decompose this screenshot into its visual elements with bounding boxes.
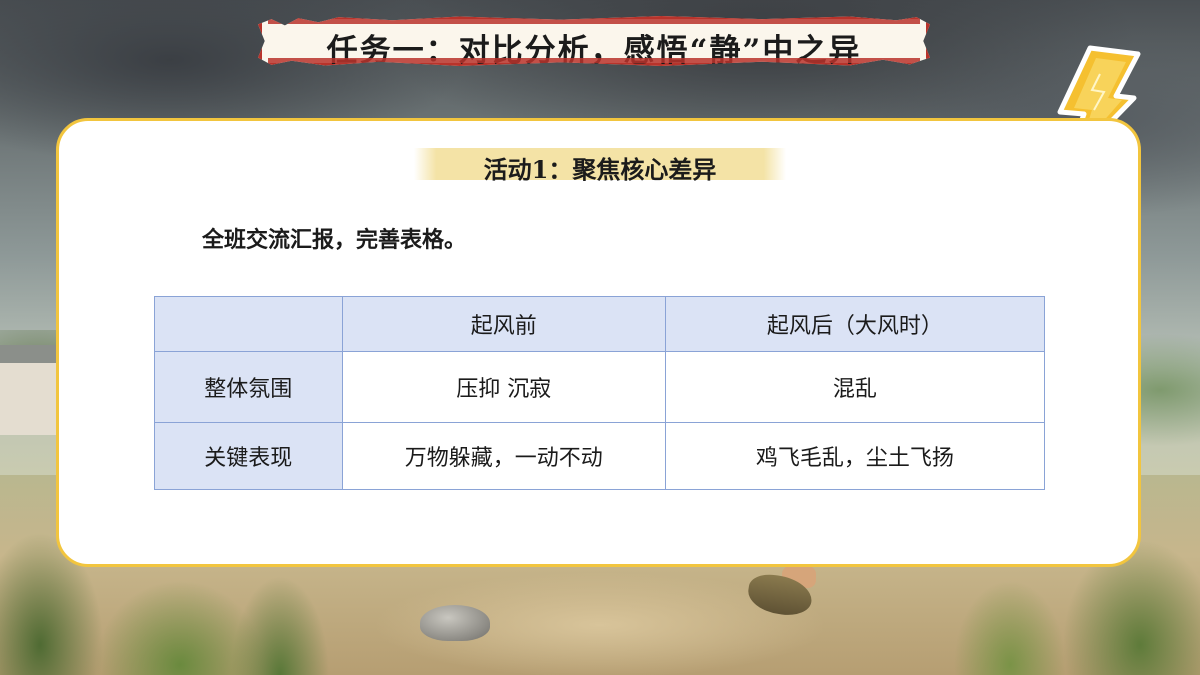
table-header-row: 起风前 起风后（大风时） bbox=[154, 296, 1046, 352]
cell-atmosphere-before: 压抑 沉寂 bbox=[341, 351, 666, 423]
comparison-table: 起风前 起风后（大风时） 整体氛围 压抑 沉寂 混乱 关键表现 万物躲藏，一动不… bbox=[154, 296, 1046, 490]
row-header-key-performance: 关键表现 bbox=[154, 422, 343, 490]
cell-performance-before: 万物躲藏，一动不动 bbox=[341, 422, 666, 490]
cell-performance-after: 鸡飞毛乱，尘土飞扬 bbox=[664, 422, 1046, 490]
table-row: 关键表现 万物躲藏，一动不动 鸡飞毛乱，尘土飞扬 bbox=[154, 422, 1046, 490]
activity-label: 活动1：聚焦核心差异 bbox=[414, 148, 786, 184]
rock bbox=[420, 605, 490, 641]
instruction-text: 全班交流汇报，完善表格。 bbox=[202, 227, 467, 253]
title-banner: 任务一：对比分析，感悟“静”中之异 bbox=[258, 16, 930, 66]
village-house bbox=[0, 345, 60, 435]
table-row: 整体氛围 压抑 沉寂 混乱 bbox=[154, 351, 1046, 423]
cell-atmosphere-after: 混乱 bbox=[664, 351, 1046, 423]
column-header-after: 起风后（大风时） bbox=[664, 296, 1046, 352]
table-corner-cell bbox=[154, 296, 343, 352]
row-header-atmosphere: 整体氛围 bbox=[154, 351, 343, 423]
activity-title: 活动1：聚焦核心差异 bbox=[483, 155, 717, 184]
column-header-before: 起风前 bbox=[341, 296, 666, 352]
